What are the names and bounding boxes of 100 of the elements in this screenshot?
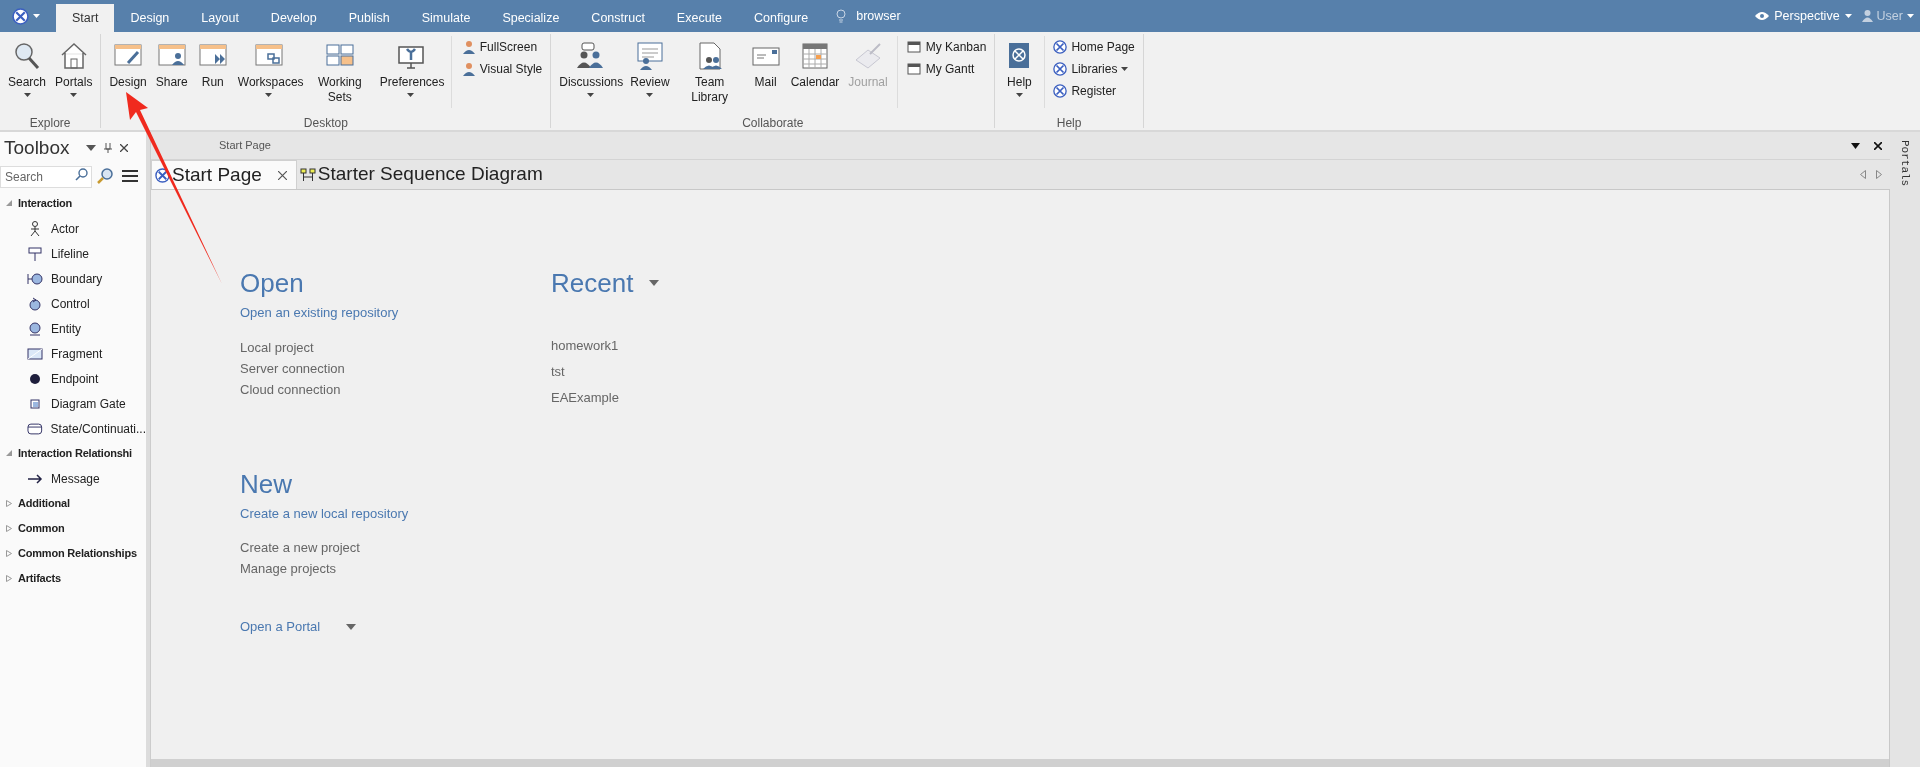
window-icon <box>905 61 922 77</box>
recent-item[interactable]: homework1 <box>551 333 660 359</box>
close-icon[interactable] <box>119 144 128 152</box>
toolbox-item[interactable]: Diagram Gate <box>0 391 146 416</box>
toolbox-item[interactable]: Message <box>0 466 146 491</box>
toolbox-item[interactable]: Actor <box>0 216 146 241</box>
section-heading: Open <box>240 267 304 299</box>
toolbox-item[interactable]: Boundary <box>0 266 146 291</box>
lightbulb-icon <box>836 9 847 23</box>
fragment-icon <box>27 345 43 362</box>
entity-icon <box>27 320 43 337</box>
ribbon-tab[interactable]: Construct <box>575 4 661 32</box>
person-icon <box>1861 10 1873 22</box>
document-tab[interactable]: Starter Sequence Diagram <box>296 160 546 189</box>
group-label: Help <box>1055 115 1083 132</box>
ribbon-tab[interactable]: Configure <box>738 4 825 32</box>
panel-title: Toolbox <box>4 135 70 160</box>
start-link[interactable]: Local project <box>240 336 551 358</box>
toolbox-section[interactable]: Interaction <box>0 191 146 216</box>
search-field[interactable]: Search <box>0 166 92 188</box>
menu-icon[interactable] <box>122 170 138 182</box>
repository-link[interactable]: Create a new local repository <box>240 503 551 523</box>
close-icon[interactable] <box>1874 141 1882 150</box>
ribbon-button[interactable]: Team Library <box>674 36 745 114</box>
perspective-button[interactable]: Perspective <box>1755 6 1852 26</box>
toolbox-item[interactable]: Entity <box>0 316 146 341</box>
start-link[interactable]: Cloud connection <box>240 378 551 400</box>
ribbon-button[interactable]: Mail <box>745 36 786 114</box>
ribbon-tab[interactable]: Develop <box>254 4 333 32</box>
toolbox-section[interactable]: Interaction Relationshi <box>0 441 146 466</box>
toolbox-section[interactable]: Additional <box>0 491 146 516</box>
ribbon-button[interactable]: Help <box>999 36 1040 114</box>
ribbon-button[interactable]: Review <box>626 36 674 114</box>
ribbon-small-button[interactable]: My Gantt <box>901 58 991 80</box>
eye-icon <box>1755 11 1770 21</box>
ribbon-button[interactable]: Run <box>192 36 233 114</box>
pane-title: Start Page <box>219 138 271 154</box>
ribbon-tab[interactable]: Specialize <box>486 4 576 32</box>
ribbon-button[interactable]: Share <box>151 36 192 114</box>
start-link[interactable]: Manage projects <box>240 558 551 579</box>
scroll-right-icon[interactable] <box>1876 170 1882 179</box>
toolbox-item[interactable]: Lifeline <box>0 241 146 266</box>
ribbon-tab[interactable]: Start <box>56 4 115 32</box>
toolbox-item[interactable]: Control <box>0 291 146 316</box>
recent-item[interactable]: tst <box>551 359 660 385</box>
toolbox-item[interactable]: Fragment <box>0 341 146 366</box>
ribbon-small-button[interactable]: Register <box>1049 80 1139 102</box>
ribbon-tab[interactable]: Layout <box>185 4 255 32</box>
ribbon-button[interactable]: Calendar <box>786 36 844 114</box>
scroll-left-icon[interactable] <box>1860 170 1866 179</box>
repository-link[interactable]: Open an existing repository <box>240 303 551 323</box>
state-icon <box>27 420 43 437</box>
toolbox-section[interactable]: Common <box>0 516 146 541</box>
window-icon <box>905 39 922 55</box>
side-tab[interactable]: Portals <box>1896 140 1914 187</box>
control-icon <box>27 295 43 312</box>
toolbox-item[interactable]: State/Continuati... <box>0 416 146 441</box>
group-label: Desktop <box>302 115 349 132</box>
lifeline-icon <box>27 245 43 262</box>
logo-icon <box>12 7 29 25</box>
boundary-icon <box>27 270 43 287</box>
ribbon-button[interactable]: Working Sets <box>304 36 375 114</box>
recent-item[interactable]: EAExample <box>551 385 660 411</box>
diagram-icon <box>299 167 316 182</box>
caret-icon <box>33 14 40 18</box>
section-heading: Recent <box>551 267 634 299</box>
ribbon-button[interactable]: Discussions <box>555 36 626 114</box>
group-label: Collaborate <box>741 115 805 132</box>
ribbon-tab[interactable]: Simulate <box>405 4 487 32</box>
ribbon-small-button[interactable]: Libraries <box>1049 58 1139 80</box>
ribbon-button[interactable]: Search <box>4 36 51 114</box>
caret-icon <box>346 623 357 630</box>
document-tab[interactable]: Start Page <box>151 160 297 189</box>
dropdown-icon[interactable] <box>1851 142 1860 149</box>
ribbon-small-button[interactable]: Home Page <box>1049 36 1139 58</box>
ribbon-tab[interactable]: Publish <box>332 4 406 32</box>
search-icon <box>75 168 88 181</box>
dropdown-icon[interactable] <box>85 145 96 151</box>
close-icon[interactable] <box>277 170 287 180</box>
ribbon-small-button[interactable]: Visual Style <box>455 58 547 80</box>
pin-icon[interactable] <box>103 143 112 153</box>
search-text[interactable]: browser <box>856 6 901 26</box>
group-label: Explore <box>28 115 72 132</box>
section-heading: New <box>240 467 292 500</box>
caret-icon <box>1907 14 1914 18</box>
ribbon-small-button[interactable]: FullScreen <box>455 36 547 58</box>
find-icon[interactable] <box>96 167 114 185</box>
scrollbar[interactable] <box>151 759 1889 767</box>
ribbon-button[interactable]: Portals <box>51 36 97 114</box>
ribbon-tab[interactable]: Design <box>114 4 186 32</box>
toolbox-item[interactable]: Endpoint <box>0 366 146 391</box>
ribbon-small-button[interactable]: My Kanban <box>901 36 991 58</box>
toolbox-section[interactable]: Artifacts <box>0 566 146 591</box>
ribbon-button[interactable]: Preferences <box>375 36 446 114</box>
start-link[interactable]: Server connection <box>240 357 551 379</box>
toolbox-section[interactable]: Common Relationships <box>0 541 146 566</box>
start-link[interactable]: Create a new project <box>240 537 551 558</box>
ribbon-tab[interactable]: Execute <box>660 4 739 32</box>
ribbon-button[interactable]: Workspaces <box>233 36 304 114</box>
portal-dropdown[interactable]: Open a Portal <box>240 617 357 637</box>
